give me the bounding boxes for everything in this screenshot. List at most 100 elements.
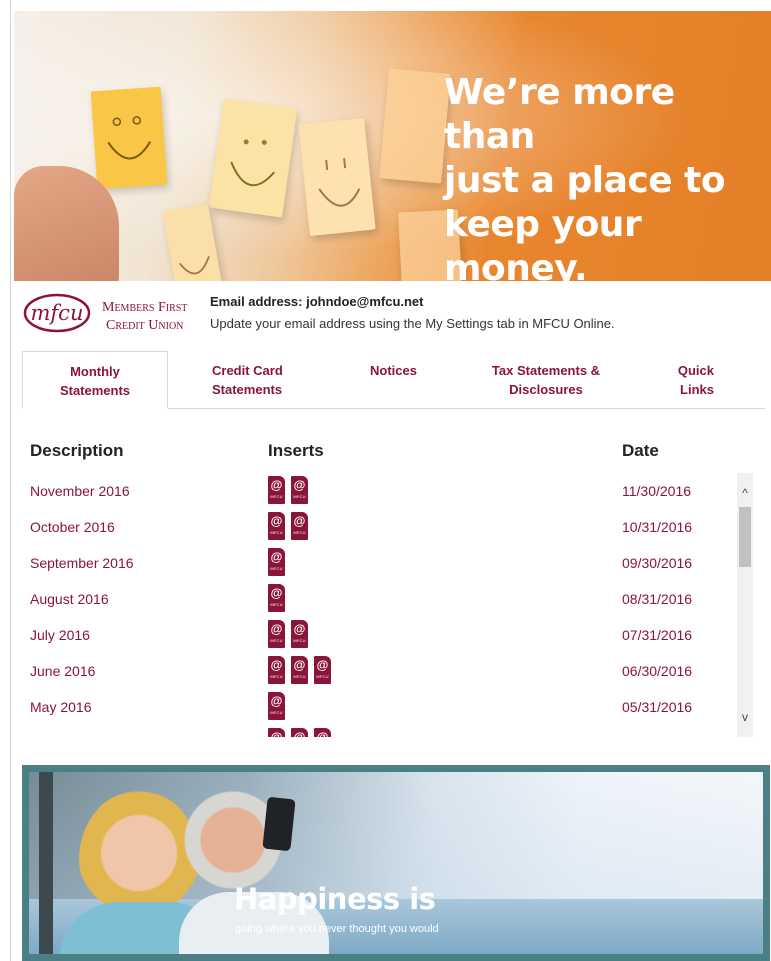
statement-date: 07/31/2016: [622, 627, 693, 643]
scroll-up-icon[interactable]: ^: [737, 485, 753, 501]
logo-mark-text: mfcu: [31, 301, 84, 325]
insert-list: @MFCU @MFCU @MFCU: [268, 728, 331, 737]
insert-tiny-label: MFCU: [270, 530, 283, 535]
insert-document-icon[interactable]: @MFCU: [268, 512, 285, 540]
statement-date: 09/30/2016: [622, 555, 693, 571]
column-header-inserts: Inserts: [268, 441, 324, 460]
email-update-hint: Update your email address using the My S…: [210, 316, 615, 331]
insert-document-icon[interactable]: @ MFCU: [314, 656, 331, 684]
insert-list: @MFCU@MFCU@MFCU: [268, 656, 331, 684]
statement-link[interactable]: April 2016: [30, 735, 93, 737]
statement-row[interactable]: August 2016 @ MFCU 08/31/2016: [22, 581, 737, 617]
insert-at-glyph: @: [270, 586, 283, 600]
insert-at-glyph: @: [316, 730, 329, 737]
statement-link[interactable]: July 2016: [30, 627, 90, 643]
statement-tabs: Monthly Statements Credit Card Statement…: [22, 351, 765, 409]
insert-list: @ MFCU: [268, 548, 285, 576]
insert-at-glyph: @: [270, 658, 283, 672]
statement-list-scrollbar[interactable]: ^ v: [737, 473, 753, 737]
insert-document-icon[interactable]: @MFCU: [268, 728, 285, 737]
insert-at-glyph: @: [293, 658, 306, 672]
insert-tiny-label: MFCU: [270, 674, 283, 679]
tab-label: Tax Statements &: [491, 363, 601, 378]
scroll-down-icon[interactable]: v: [737, 709, 753, 725]
insert-list: @ MFCU @ MFCU: [268, 620, 308, 648]
tab-label: Links: [680, 382, 714, 397]
sticky-note: [298, 117, 376, 237]
insert-list: @ MFCU @ MFCU: [268, 476, 308, 504]
tab-monthly-statements[interactable]: Monthly Statements: [22, 351, 168, 409]
insert-document-icon[interactable]: @ MFCU: [291, 620, 308, 648]
tab-label: Monthly: [70, 364, 120, 379]
insert-at-glyph: @: [293, 730, 306, 737]
boat-mast: [39, 772, 53, 954]
insert-at-glyph: @: [293, 622, 306, 636]
statement-date: 10/31/2016: [622, 519, 693, 535]
insert-at-glyph: @: [270, 622, 283, 636]
insert-document-icon[interactable]: @ MFCU: [268, 548, 285, 576]
tab-tax-statements[interactable]: Tax Statements & Disclosures: [484, 351, 608, 409]
insert-list: @ MFCU @ MFCU: [268, 512, 308, 540]
statement-row[interactable]: April 2016 @MFCU @MFCU @MFCU 04/30/2016: [22, 725, 737, 737]
promo-subtitle: going where you never thought you would: [235, 923, 439, 935]
statement-row[interactable]: September 2016 @ MFCU 09/30/2016: [22, 545, 737, 581]
email-address-label: Email address: johndoe@mfcu.net: [210, 294, 424, 309]
statement-row[interactable]: May 2016 @ MFCU 05/31/2016: [22, 689, 737, 725]
insert-document-icon[interactable]: @ MFCU: [268, 584, 285, 612]
promo-banner[interactable]: Happiness is going where you never thoug…: [22, 765, 770, 961]
column-header-date: Date: [622, 441, 659, 460]
tab-label: Quick: [677, 363, 714, 378]
statement-row[interactable]: October 2016 @ MFCU @ MFCU 10/31/2016: [22, 509, 737, 545]
insert-tiny-label: MFCU: [316, 674, 329, 679]
statement-row[interactable]: July 2016 @ MFCU @ MFCU 07/31/2016: [22, 617, 737, 653]
insert-tiny-label: MFCU: [270, 602, 283, 607]
tab-label: Notices: [370, 363, 417, 378]
scroll-thumb[interactable]: [739, 507, 751, 567]
statement-date: 06/30/2016: [622, 663, 693, 679]
insert-tiny-label: MFCU: [293, 638, 306, 643]
statement-date: 04/30/2016: [622, 735, 692, 737]
tab-label: Credit Card: [212, 363, 283, 378]
hero-headline-line: keep your money.: [444, 204, 642, 281]
promo-title: Happiness is: [234, 882, 436, 916]
hero-headline-line: We’re more than: [444, 72, 675, 157]
insert-document-icon[interactable]: @MFCU: [314, 728, 331, 737]
statement-link[interactable]: August 2016: [30, 591, 109, 607]
insert-document-icon[interactable]: @MFCU: [291, 728, 308, 737]
column-header-description: Description: [30, 441, 124, 460]
logo-mark-icon: mfcu Members First Credit Union: [23, 293, 187, 333]
promo-image: Happiness is going where you never thoug…: [29, 772, 763, 954]
insert-at-glyph: @: [316, 658, 329, 672]
insert-document-icon[interactable]: @MFCU: [268, 620, 285, 648]
mfcu-logo[interactable]: mfcu Members First Credit Union: [22, 290, 197, 338]
tab-quick-links[interactable]: Quick Links: [662, 351, 714, 409]
insert-at-glyph: @: [293, 478, 306, 492]
statement-link[interactable]: September 2016: [30, 555, 134, 571]
insert-document-icon[interactable]: @MFCU: [291, 656, 308, 684]
statement-list[interactable]: November 2016 @ MFCU @ MFCU 11/30/2016 October…: [22, 473, 755, 737]
tab-credit-card-statements[interactable]: Credit Card Statements: [212, 351, 322, 409]
tab-notices[interactable]: Notices: [370, 351, 440, 409]
insert-tiny-label: MFCU: [270, 494, 283, 499]
insert-document-icon[interactable]: @MFCU: [291, 476, 308, 504]
insert-at-glyph: @: [270, 730, 283, 737]
insert-at-glyph: @: [293, 514, 306, 528]
insert-document-icon[interactable]: @MFCU: [268, 692, 285, 720]
statement-date: 11/30/2016: [622, 483, 692, 499]
statement-row[interactable]: June 2016 @ MFCU @ MFCU @ MFCU 06/30/2016: [22, 653, 737, 689]
tab-label: Statements: [59, 383, 131, 398]
insert-list: @ MFCU: [268, 692, 285, 720]
insert-document-icon[interactable]: @MFCU: [268, 476, 285, 504]
statement-link[interactable]: May 2016: [30, 699, 91, 715]
insert-document-icon[interactable]: @ MFCU: [268, 656, 285, 684]
statement-link[interactable]: November 2016: [30, 483, 130, 499]
statement-link[interactable]: June 2016: [30, 663, 95, 679]
insert-tiny-label: MFCU: [270, 566, 283, 571]
insert-document-icon[interactable]: @MFCU: [291, 512, 308, 540]
tab-label: Statements: [212, 382, 283, 397]
insert-at-glyph: @: [270, 550, 283, 564]
statement-row[interactable]: November 2016 @ MFCU @ MFCU 11/30/2016: [22, 473, 737, 509]
logo-line2: Credit Union: [106, 318, 183, 333]
phone-icon: [262, 796, 296, 852]
statement-link[interactable]: October 2016: [30, 519, 115, 535]
